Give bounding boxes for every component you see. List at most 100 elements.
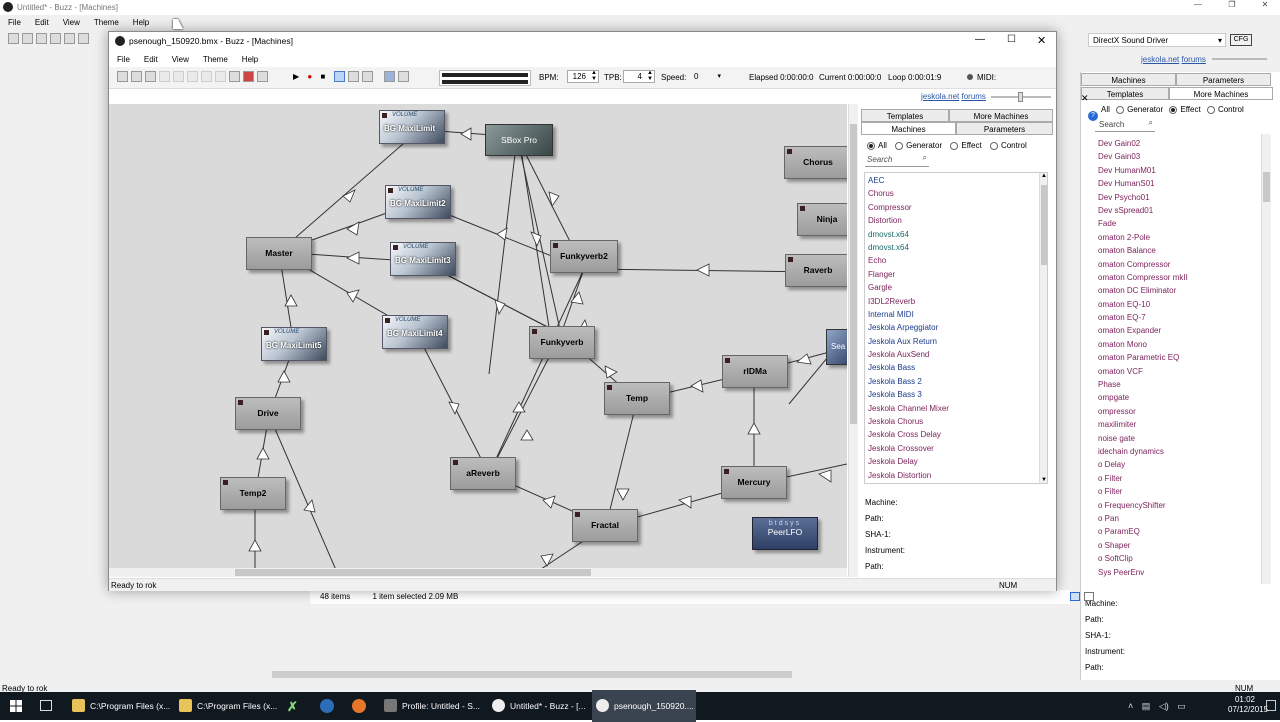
app-x-icon[interactable]: ✗ xyxy=(287,699,298,715)
clock[interactable]: 01:02 07/12/2015 xyxy=(1228,695,1268,715)
machine-list-item[interactable]: Jeskola Bass xyxy=(865,361,1047,374)
minimize-button[interactable]: — xyxy=(975,34,985,45)
machine-funkyverb2[interactable]: Funkyverb2 xyxy=(550,240,618,273)
chevron-up-icon[interactable]: ˄ xyxy=(1128,701,1133,711)
bg-close-button[interactable]: ✕ xyxy=(1255,0,1275,14)
bg-machine-list-item[interactable]: o Shaper xyxy=(1095,539,1265,552)
tools-icon[interactable] xyxy=(397,71,409,82)
machine-list-item[interactable]: Gargle xyxy=(865,281,1047,294)
undo-icon[interactable] xyxy=(201,71,212,82)
sequence-view-icon[interactable] xyxy=(257,71,268,82)
task-explorer-2[interactable]: C:\Program Files (x... xyxy=(175,690,277,722)
machine-list-item[interactable]: Jeskola Cross Delay xyxy=(865,428,1047,441)
bg-machine-list-item[interactable]: Phase xyxy=(1095,378,1265,391)
bg-machine-list-item[interactable]: Dev sSpread01 xyxy=(1095,204,1265,217)
play-icon[interactable]: ▶ xyxy=(293,72,299,81)
bg-radio-generator[interactable] xyxy=(1116,105,1125,114)
snap-icon[interactable] xyxy=(361,71,373,82)
paste-icon[interactable] xyxy=(78,33,89,44)
tab-templates[interactable]: Templates xyxy=(861,109,949,122)
machine-bg-maxilimit2[interactable]: VOLUME BG MaxiLimit2 xyxy=(385,185,451,219)
maximize-button[interactable]: ☐ xyxy=(1007,34,1016,45)
menu-view[interactable]: View xyxy=(172,53,189,66)
bg-machine-list-item[interactable]: idechain dynamics xyxy=(1095,445,1265,458)
bg-machine-list-item[interactable]: o Delay xyxy=(1095,458,1265,471)
machine-chorus[interactable]: Chorus xyxy=(784,146,847,179)
bg-machine-list-item[interactable]: omaton VCF xyxy=(1095,365,1265,378)
bg-machine-list-item[interactable]: omaton Compressor mkII xyxy=(1095,271,1265,284)
firefox-icon[interactable] xyxy=(352,699,366,713)
radio-generator[interactable] xyxy=(895,141,904,150)
bg-machine-list-item[interactable]: Dev Psycho01 xyxy=(1095,191,1265,204)
bg-maximize-button[interactable]: ❐ xyxy=(1222,0,1242,14)
machine-temp2[interactable]: Temp2 xyxy=(220,477,286,510)
bg-machine-list-item[interactable]: o FrequencyShifter xyxy=(1095,499,1265,512)
machine-master[interactable]: Master xyxy=(246,237,312,270)
machine-list-item[interactable]: Compressor xyxy=(865,201,1047,214)
bg-machine-list-item[interactable]: ompressor xyxy=(1095,405,1265,418)
machine-mercury[interactable]: Mercury xyxy=(721,466,787,499)
bg-minimize-button[interactable]: — xyxy=(1188,0,1208,14)
machine-fractal[interactable]: Fractal xyxy=(572,509,638,542)
machine-list-item[interactable]: Jeskola Channel Mixer xyxy=(865,402,1047,415)
machine-list-item[interactable]: Jeskola Bass 2 xyxy=(865,375,1047,388)
start-button[interactable] xyxy=(0,692,32,720)
machine-list-item[interactable]: Jeskola AuxSend xyxy=(865,348,1047,361)
bg-tab-parameters[interactable]: Parameters xyxy=(1176,73,1271,86)
bg-help-icon[interactable]: ? xyxy=(1088,111,1098,121)
cut-icon[interactable] xyxy=(159,71,170,82)
machine-sbox-pro[interactable]: SBox Pro xyxy=(485,124,553,156)
patterns-view-icon[interactable] xyxy=(243,71,254,82)
machine-list-item[interactable]: Jeskola Aux Return xyxy=(865,335,1047,348)
machine-temp[interactable]: Temp xyxy=(604,382,670,415)
bg-list-scroll-thumb[interactable] xyxy=(1263,172,1270,202)
bg-machine-list-item[interactable]: Dev HumanS01 xyxy=(1095,177,1265,190)
new-icon[interactable] xyxy=(117,71,128,82)
machine-list-item[interactable]: Echo xyxy=(865,254,1047,267)
redo-icon[interactable] xyxy=(215,71,226,82)
machine-list-item[interactable]: I3DL2Reverb xyxy=(865,295,1047,308)
machine-rldma[interactable]: rlDMa xyxy=(722,355,788,388)
notifications-icon[interactable] xyxy=(1266,700,1276,711)
machine-drive[interactable]: Drive xyxy=(235,397,301,430)
bg-radio-effect[interactable] xyxy=(1169,105,1178,114)
tab-more-machines[interactable]: More Machines xyxy=(949,109,1053,122)
network-icon[interactable]: ▤ xyxy=(1142,701,1151,711)
bg-machine-list-item[interactable]: ompgate xyxy=(1095,391,1265,404)
bg-machine-list-item[interactable]: noise gate xyxy=(1095,432,1265,445)
bg-machine-list-item[interactable]: o Pan xyxy=(1095,512,1265,525)
bg-machine-list-item[interactable]: o Filter xyxy=(1095,472,1265,485)
machine-list-item[interactable]: dmovst.x64 xyxy=(865,241,1047,254)
machine-bg-maxilimit4[interactable]: VOLUME BG MaxiLimit4 xyxy=(382,315,448,349)
machine-list-item[interactable]: Jeskola Distortion xyxy=(865,469,1047,482)
machine-partial[interactable]: Sea xyxy=(826,329,847,365)
menu-edit[interactable]: Edit xyxy=(144,53,158,66)
machine-list-item[interactable]: AEC xyxy=(865,174,1047,187)
task-explorer-1[interactable]: C:\Program Files (x... xyxy=(68,690,170,722)
tpb-stepper-icon[interactable]: ▲ ▼ xyxy=(647,70,653,82)
open-icon[interactable] xyxy=(22,33,33,44)
machine-list-item[interactable]: Jeskola Crossover xyxy=(865,442,1047,455)
radio-all[interactable] xyxy=(867,141,875,150)
bg-machine-list-item[interactable]: maxilimiter xyxy=(1095,418,1265,431)
menu-file[interactable]: File xyxy=(117,53,130,66)
bg-machine-list-item[interactable]: omaton EQ-10 xyxy=(1095,298,1265,311)
zoom-slider[interactable] xyxy=(991,92,1051,102)
radio-effect[interactable] xyxy=(950,141,959,150)
speed-select[interactable]: 0 ▾ xyxy=(691,70,727,83)
bg-machine-list-item[interactable]: o Filter xyxy=(1095,485,1265,498)
task-profile[interactable]: Profile: Untitled - S... xyxy=(380,690,485,722)
bg-machine-list-item[interactable]: Dev HumanM01 xyxy=(1095,164,1265,177)
canvas-v-scrollbar[interactable] xyxy=(848,104,858,577)
paste-icon[interactable] xyxy=(187,71,198,82)
volume-icon[interactable]: ◁) xyxy=(1159,701,1169,711)
machine-funkyverb[interactable]: Funkyverb xyxy=(529,326,595,359)
canvas-v-scroll-thumb[interactable] xyxy=(850,124,857,424)
search-input[interactable]: Search ⌕ xyxy=(865,153,929,167)
bg-radio-all[interactable]: All xyxy=(1101,105,1110,114)
bg-cfg-button[interactable]: CFG xyxy=(1230,34,1252,46)
bg-slider-track[interactable] xyxy=(1212,58,1267,60)
machine-list-item[interactable]: Jeskola Arpeggiator xyxy=(865,321,1047,334)
bg-jeskola-link[interactable]: jeskola.net forums xyxy=(1141,55,1206,64)
bpm-input[interactable]: 126 ▲ ▼ xyxy=(567,70,599,83)
